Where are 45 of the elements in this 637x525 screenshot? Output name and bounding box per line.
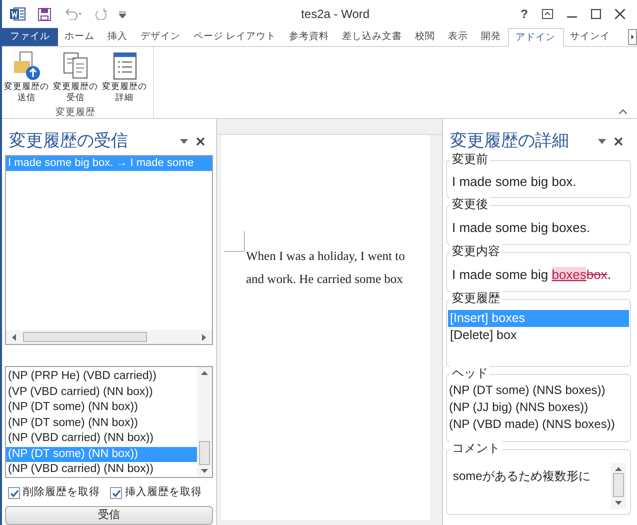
checkbox-label: 削除履歴を取得 xyxy=(23,485,100,500)
head-text-line: (NP (JJ big) (NNS boxes)) xyxy=(449,399,590,416)
list-item[interactable]: (NP (DT some) (NN box)) xyxy=(6,400,197,416)
list-item[interactable]: (NP (VBD carried) (NN box)) xyxy=(6,431,197,447)
ribbon-tab[interactable]: ホーム xyxy=(58,28,101,46)
group-label: ヘッド xyxy=(450,366,490,380)
diff-text: I made some big boxesbox. xyxy=(451,266,612,284)
pane-title: 変更履歴の詳細 xyxy=(450,130,569,152)
list-item[interactable]: (VP (VBD carried) (NN box)) xyxy=(6,384,197,400)
group-label: 変更履歴 xyxy=(56,106,96,120)
document-text-line: When I was a holiday, I went to xyxy=(246,248,406,265)
list-item[interactable]: (NP (VBD carried) (NN box)) xyxy=(6,462,197,478)
list-item[interactable]: (NP (PRP He) (VBD carried)) xyxy=(6,369,197,385)
help-button[interactable]: ? xyxy=(520,5,528,23)
document-text-line: and work. He carried some box xyxy=(246,271,404,288)
ribbon-tab[interactable]: アドイン xyxy=(508,28,564,47)
group-label: コメント xyxy=(450,441,502,455)
pane-title: 変更履歴の受信 xyxy=(9,130,128,152)
text-value: I made some big box. xyxy=(451,173,578,191)
comment-text: someがあるため複数形に xyxy=(452,468,592,485)
checkbox-label: 挿入履歴を取得 xyxy=(125,485,202,500)
ribbon-tab[interactable]: 校閲 xyxy=(408,28,442,46)
ribbon-tab[interactable]: 挿入 xyxy=(101,28,134,46)
head-text-line: (NP (VBD made) (NNS boxes)) xyxy=(449,416,616,433)
ribbon-tab[interactable]: 参考資料 xyxy=(282,28,336,46)
text-value: I made some big boxes. xyxy=(451,219,592,237)
group-label: 変更内容 xyxy=(450,244,502,258)
ribbon-tab[interactable]: デザイン xyxy=(134,28,187,46)
ribbon-button[interactable]: 変更履歴の 送信 xyxy=(2,51,51,103)
ribbon-tab[interactable]: 開発 xyxy=(474,28,508,46)
window-title: tes2a - Word xyxy=(300,6,371,23)
list-item[interactable]: [Delete] box xyxy=(448,327,629,344)
ribbon-button[interactable]: 変更履歴の 詳細 xyxy=(100,51,149,103)
group-label: 変更後 xyxy=(450,197,490,211)
ribbon-button[interactable]: 変更履歴の 受信 xyxy=(51,51,100,103)
head-text-line: (NP (DT some) (NNS boxes)) xyxy=(449,382,606,399)
ribbon-tab[interactable]: ページ レイアウト xyxy=(187,28,283,46)
ribbon-tab[interactable]: 差し込み文書 xyxy=(336,28,409,46)
ribbon-tab[interactable]: 表示 xyxy=(442,28,475,46)
ribbon-tab[interactable]: ファイル xyxy=(2,28,58,46)
list-item[interactable]: (NP (DT some) (NN box)) xyxy=(6,416,197,432)
group-label: 変更履歴 xyxy=(450,291,502,305)
ribbon-tab[interactable]: サインイ xyxy=(564,28,617,46)
group-label: 変更前 xyxy=(450,152,490,166)
receive-button[interactable]: 受信 xyxy=(5,506,213,525)
